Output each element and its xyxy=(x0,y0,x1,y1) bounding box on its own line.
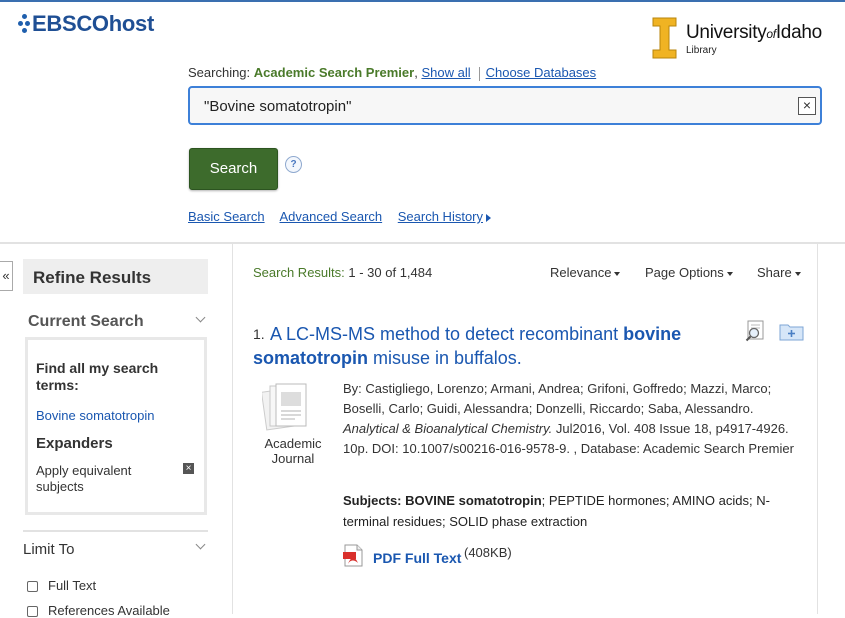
preview-magnifier-icon[interactable] xyxy=(745,320,767,342)
help-icon[interactable]: ? xyxy=(285,156,302,173)
results-count-value: 1 - 30 of 1,484 xyxy=(348,265,433,280)
current-search-title: Current Search xyxy=(28,313,144,330)
results-count-label: Search Results: xyxy=(253,265,345,280)
result-journal: Analytical & Bioanalytical Chemistry. xyxy=(343,421,553,436)
search-button[interactable]: Search xyxy=(189,148,278,190)
add-to-folder-icon[interactable] xyxy=(779,321,804,341)
dropdown-arrow-icon xyxy=(794,271,801,276)
remove-expander-icon[interactable]: × xyxy=(183,463,194,474)
show-all-link[interactable]: Show all xyxy=(421,65,470,80)
chevron-down-icon[interactable] xyxy=(195,539,206,550)
separator xyxy=(478,66,480,81)
result-citation: By: Castigliego, Lorenzo; Armani, Andrea… xyxy=(343,379,811,459)
share-dropdown[interactable]: Share xyxy=(757,265,801,280)
full-text-checkbox[interactable] xyxy=(27,581,38,592)
advanced-search-link[interactable]: Advanced Search xyxy=(280,209,383,224)
current-search-header[interactable]: Current Search xyxy=(23,311,208,333)
result-authors: By: Castigliego, Lorenzo; Armani, Andrea… xyxy=(343,381,772,416)
searching-label: Searching: xyxy=(188,65,251,80)
search-history-link[interactable]: Search History xyxy=(398,209,483,224)
university-i-icon xyxy=(652,17,677,59)
searching-line: Searching: Academic Search Premier, Show… xyxy=(188,65,597,81)
result-subjects: Subjects: BOVINE somatotropin; PEPTIDE h… xyxy=(343,493,770,529)
header-divider xyxy=(0,242,845,244)
search-links: Basic Search Advanced Search Search Hist… xyxy=(188,209,491,224)
result-title-link[interactable]: A LC-MS-MS method to detect recombinant … xyxy=(253,322,723,370)
sort-dropdown[interactable]: Relevance xyxy=(550,265,621,280)
refine-results-header: Refine Results xyxy=(23,259,208,294)
collapse-sidebar-button[interactable]: « xyxy=(0,261,13,291)
choose-databases-link[interactable]: Choose Databases xyxy=(486,65,597,80)
institution-logo[interactable]: UniversityofIdaho Library xyxy=(652,17,822,59)
expanders-title: Expanders xyxy=(36,435,113,452)
subject-link[interactable]: BOVINE somatotropin xyxy=(405,493,542,508)
ebscohost-logo[interactable]: EBSCOhost xyxy=(18,11,154,37)
refine-results-title: Refine Results xyxy=(33,268,152,287)
current-search-panel: Find all my search terms: Bovine somatot… xyxy=(25,337,207,515)
pdf-full-text-link[interactable]: PDF Full Text xyxy=(373,550,461,566)
clear-search-button[interactable]: × xyxy=(798,97,816,115)
document-type-label: Academic Journal xyxy=(264,436,322,466)
caret-right-icon xyxy=(486,213,491,222)
institution-name: UniversityofIdaho xyxy=(686,22,822,43)
dropdown-arrow-icon xyxy=(614,271,621,276)
full-text-label: Full Text xyxy=(48,578,97,593)
chevron-down-icon[interactable] xyxy=(195,312,206,323)
pdf-file-size: (408KB) xyxy=(464,545,512,560)
expander-item-label: Apply equivalent subjects xyxy=(36,463,132,494)
references-available-label: References Available xyxy=(48,603,170,618)
academic-journal-icon xyxy=(262,383,307,431)
logo-dots-icon xyxy=(18,14,31,34)
institution-sub: Library xyxy=(686,45,717,56)
dropdown-arrow-icon xyxy=(726,271,733,276)
search-input[interactable]: "Bovine somatotropin" × xyxy=(188,86,822,125)
limit-to-title[interactable]: Limit To xyxy=(23,541,74,558)
page-options-dropdown[interactable]: Page Options xyxy=(645,265,733,280)
results-count: Search Results: 1 - 30 of 1,484 xyxy=(253,265,432,280)
sidebar-divider xyxy=(23,530,208,532)
results-left-border xyxy=(232,244,233,614)
find-all-terms-label: Find all my search terms: xyxy=(36,360,159,393)
logo-text: EBSCOhost xyxy=(32,11,154,36)
search-term-link[interactable]: Bovine somatotropin xyxy=(36,408,155,423)
basic-search-link[interactable]: Basic Search xyxy=(188,209,265,224)
results-right-border xyxy=(817,244,818,614)
pdf-icon[interactable] xyxy=(342,544,366,568)
references-available-checkbox[interactable] xyxy=(27,606,38,617)
top-accent-line xyxy=(0,0,845,2)
database-name: Academic Search Premier xyxy=(253,65,415,80)
search-query-text[interactable]: "Bovine somatotropin" xyxy=(204,98,351,115)
